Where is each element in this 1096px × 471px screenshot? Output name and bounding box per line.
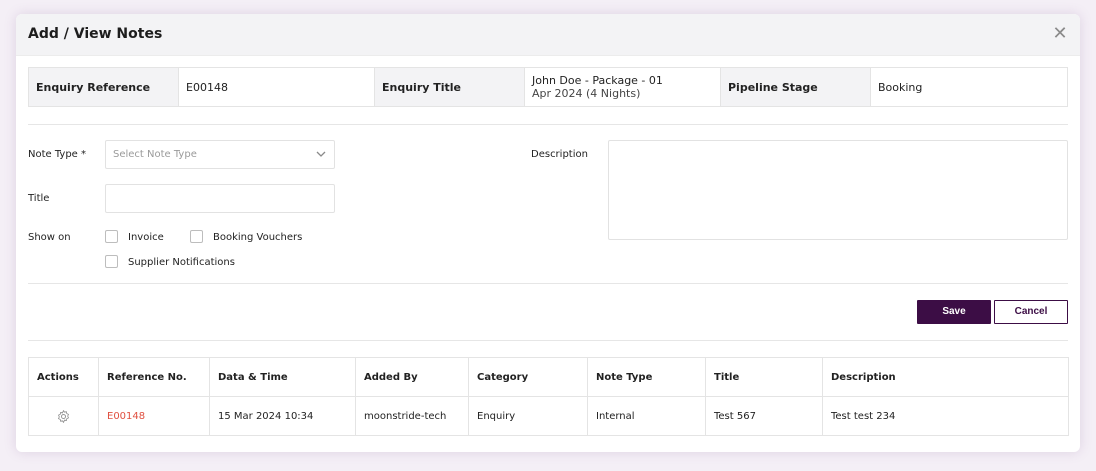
modal-header: Add / View Notes ✕ xyxy=(16,14,1080,56)
actions-cell xyxy=(28,396,99,436)
enquiry-title-value: John Doe - Package - 01 Apr 2024 (4 Nigh… xyxy=(525,68,721,106)
datetime-cell: 15 Mar 2024 10:34 xyxy=(209,396,356,436)
note-type-select[interactable]: Select Note Type xyxy=(105,140,335,169)
column-header-title: Title xyxy=(705,357,823,397)
column-header-note-type: Note Type xyxy=(587,357,706,397)
added-by-cell: moonstride-tech xyxy=(355,396,469,436)
invoice-checkbox[interactable] xyxy=(105,230,118,243)
note-type-placeholder: Select Note Type xyxy=(113,149,197,160)
column-header-added-by: Added By xyxy=(355,357,469,397)
divider xyxy=(28,124,1068,125)
pipeline-stage-label: Pipeline Stage xyxy=(721,68,871,106)
notes-modal: Add / View Notes ✕ Enquiry Reference E00… xyxy=(16,14,1080,452)
gear-icon[interactable] xyxy=(56,409,71,424)
enquiry-title-line2: Apr 2024 (4 Nights) xyxy=(532,87,641,100)
column-header-actions: Actions xyxy=(28,357,99,397)
modal-title: Add / View Notes xyxy=(28,26,163,42)
title-label: Title xyxy=(28,193,50,204)
column-header-category: Category xyxy=(468,357,588,397)
divider xyxy=(28,283,1068,284)
notes-table: Actions Reference No. Data & Time Added … xyxy=(28,357,1069,436)
title-input[interactable] xyxy=(105,184,335,213)
chevron-down-icon xyxy=(316,151,326,157)
reference-cell[interactable]: E00148 xyxy=(98,396,210,436)
title-cell: Test 567 xyxy=(705,396,823,436)
booking-vouchers-label: Booking Vouchers xyxy=(213,232,303,243)
pipeline-stage-value: Booking xyxy=(871,68,1067,106)
column-header-datetime: Data & Time xyxy=(209,357,356,397)
save-button[interactable]: Save xyxy=(917,300,991,324)
table-row: E00148 15 Mar 2024 10:34 moonstride-tech… xyxy=(28,396,1069,436)
description-label: Description xyxy=(531,149,588,160)
enquiry-title-label: Enquiry Title xyxy=(375,68,525,106)
enquiry-reference-value: E00148 xyxy=(179,68,375,106)
enquiry-reference-label: Enquiry Reference xyxy=(29,68,179,106)
enquiry-title-line1: John Doe - Package - 01 xyxy=(532,74,663,87)
supplier-notifications-checkbox[interactable] xyxy=(105,255,118,268)
supplier-notifications-label: Supplier Notifications xyxy=(128,257,235,268)
show-on-label: Show on xyxy=(28,232,71,243)
note-type-label: Note Type * xyxy=(28,149,86,160)
booking-vouchers-checkbox[interactable] xyxy=(190,230,203,243)
close-icon[interactable]: ✕ xyxy=(1050,24,1070,44)
divider xyxy=(28,340,1068,341)
column-header-description: Description xyxy=(822,357,1069,397)
table-header-row: Actions Reference No. Data & Time Added … xyxy=(28,357,1069,397)
reference-link[interactable]: E00148 xyxy=(107,411,145,422)
category-cell: Enquiry xyxy=(468,396,588,436)
cancel-button[interactable]: Cancel xyxy=(994,300,1068,324)
description-cell: Test test 234 xyxy=(822,396,1069,436)
note-type-cell: Internal xyxy=(587,396,706,436)
column-header-reference: Reference No. xyxy=(98,357,210,397)
description-textarea[interactable] xyxy=(608,140,1068,240)
invoice-label: Invoice xyxy=(128,232,164,243)
enquiry-info-table: Enquiry Reference E00148 Enquiry Title J… xyxy=(28,67,1068,107)
